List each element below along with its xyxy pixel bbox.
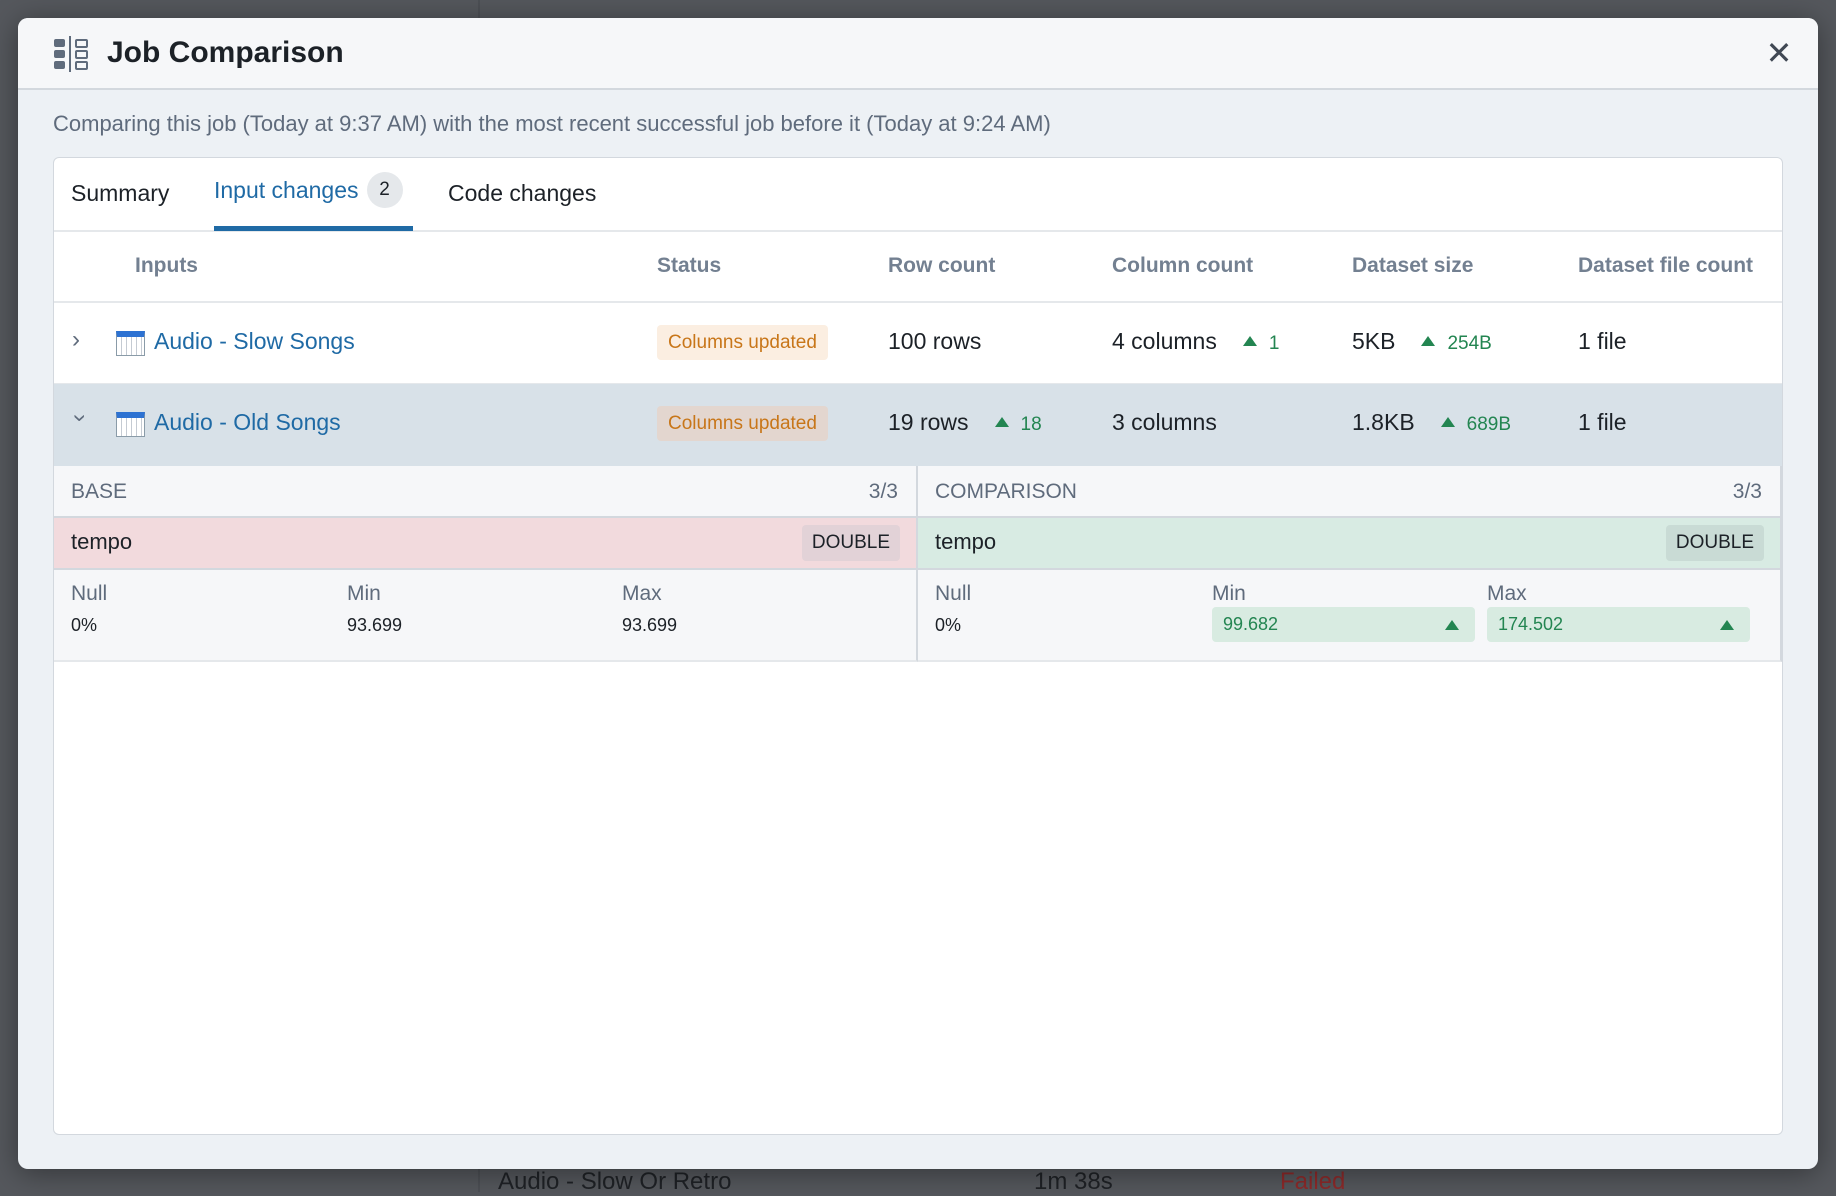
tab-list: Summary Input changes 2 Code changes [54, 158, 1782, 232]
null-value: 0% [935, 615, 962, 635]
size-delta: 254B [1421, 333, 1492, 354]
comparison-section: COMPARISON 3/3 tempo DOUBLE Null 0% Min … [918, 466, 1782, 662]
delta-value: 18 [1020, 414, 1042, 435]
max-value: 93.699 [622, 615, 678, 635]
max-label: Max [622, 582, 662, 605]
column-delta: 1 [1242, 333, 1280, 354]
increase-triangle-icon [1421, 336, 1436, 346]
max-value: 174.502 [1498, 614, 1564, 634]
column-header-dataset-size: Dataset size [1352, 254, 1474, 277]
comparison-label: COMPARISON [935, 480, 1077, 503]
delta-value: 254B [1447, 333, 1492, 354]
chevron-right-icon[interactable]: › [72, 326, 80, 354]
close-icon: ✕ [1765, 35, 1793, 71]
type-badge: DOUBLE [801, 525, 900, 561]
increase-triangle-icon [1445, 620, 1459, 630]
tab-label: Input changes [214, 177, 359, 204]
tab-summary[interactable]: Summary [71, 180, 169, 207]
base-label: BASE [71, 480, 128, 503]
max-label: Max [1487, 582, 1527, 605]
size-value: 5KB [1352, 328, 1396, 354]
active-tab-indicator [214, 226, 413, 231]
dialog-header: Job Comparison ✕ [18, 18, 1818, 90]
comparison-columns-icon [54, 36, 88, 72]
increase-triangle-icon [1720, 620, 1734, 630]
column-header-file-count: Dataset file count [1578, 254, 1754, 277]
size-value: 1.8KB [1352, 409, 1415, 435]
status-badge: Columns updated [657, 406, 828, 441]
file-count: 1 file [1578, 328, 1627, 354]
null-value: 0% [71, 615, 98, 635]
comparison-stats: Null 0% Min 99.682 Max 174.502 [918, 570, 1780, 660]
table-icon [116, 412, 145, 437]
column-count: 3 columns [1112, 409, 1217, 435]
dataset-size: 1.8KB 689B [1352, 409, 1511, 436]
increase-triangle-icon [1440, 417, 1455, 427]
base-count: 3/3 [868, 480, 898, 503]
null-label: Null [71, 582, 108, 605]
file-count: 1 file [1578, 409, 1627, 435]
delta-value: 689B [1466, 414, 1512, 435]
input-name-link[interactable]: Audio - Old Songs [154, 409, 341, 436]
column-name: tempo [935, 529, 997, 554]
tab-input-changes[interactable]: Input changes 2 [214, 172, 403, 210]
null-label: Null [935, 582, 972, 605]
table-row[interactable]: › Audio - Slow Songs Columns updated 100… [54, 303, 1782, 384]
type-badge: DOUBLE [1665, 525, 1764, 561]
column-header-status: Status [657, 254, 722, 277]
column-header-row-count: Row count [888, 254, 996, 277]
base-column-row: tempo DOUBLE [54, 516, 916, 570]
column-header-inputs: Inputs [135, 254, 198, 277]
column-count-value: 4 columns [1112, 328, 1217, 354]
job-comparison-dialog: Job Comparison ✕ Comparing this job (Tod… [18, 18, 1818, 1169]
increase-triangle-icon [1242, 336, 1257, 346]
dataset-size: 5KB 254B [1352, 328, 1492, 355]
tab-code-changes[interactable]: Code changes [448, 180, 596, 207]
comparison-column-row: tempo DOUBLE [918, 516, 1780, 570]
comparison-count: 3/3 [1732, 480, 1762, 503]
row-delta: 18 [994, 414, 1042, 435]
column-header-column-count: Column count [1112, 254, 1254, 277]
min-value-changed: 99.682 [1212, 607, 1475, 642]
size-delta: 689B [1440, 414, 1512, 435]
min-value: 99.682 [1223, 614, 1279, 634]
base-section: BASE 3/3 tempo DOUBLE Null 0% Min 93.699… [54, 466, 918, 662]
count-badge: 2 [366, 172, 403, 208]
delta-value: 1 [1268, 333, 1280, 354]
comparison-panel: Summary Input changes 2 Code changes Inpu… [53, 157, 1783, 1135]
table-row-expanded[interactable]: › Audio - Old Songs Columns updated 19 r… [54, 384, 1782, 466]
input-name-link[interactable]: Audio - Slow Songs [154, 328, 355, 355]
row-count-value: 19 rows [888, 409, 969, 435]
column-name: tempo [71, 529, 133, 554]
comparison-description: Comparing this job (Today at 9:37 AM) wi… [53, 111, 1051, 136]
status-badge: Columns updated [657, 325, 828, 360]
row-count: 19 rows 18 [888, 409, 1042, 436]
table-icon [116, 331, 145, 356]
min-label: Min [347, 582, 381, 605]
max-value-changed: 174.502 [1487, 607, 1750, 642]
column-count: 4 columns 1 [1112, 328, 1279, 355]
min-label: Min [1212, 582, 1246, 605]
chevron-down-icon[interactable]: › [66, 414, 94, 422]
increase-triangle-icon [994, 417, 1009, 427]
min-value: 93.699 [347, 615, 403, 635]
close-button[interactable]: ✕ [1762, 36, 1796, 70]
row-count: 100 rows [888, 328, 982, 354]
base-stats: Null 0% Min 93.699 Max 93.699 [54, 570, 916, 660]
dialog-title: Job Comparison [107, 36, 344, 69]
